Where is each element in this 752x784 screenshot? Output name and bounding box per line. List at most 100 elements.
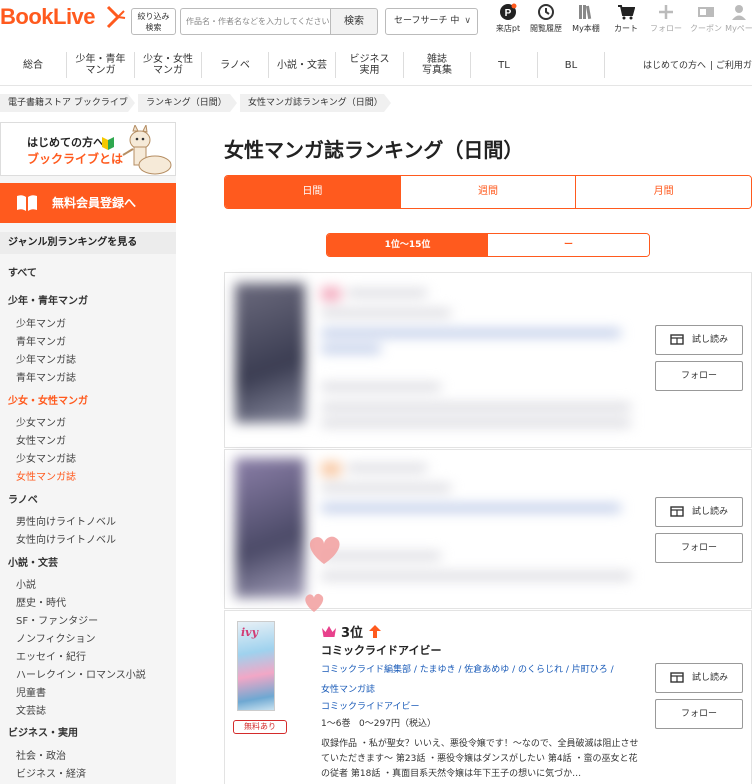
- cover-title: ivy: [241, 626, 258, 639]
- sidebar-link[interactable]: ハーレクイン・ロマンス小説: [16, 666, 146, 681]
- search-button[interactable]: 検索: [330, 8, 378, 35]
- nav-divider: [604, 52, 605, 78]
- logo-spark-icon: [106, 5, 126, 29]
- cart-icon: [618, 5, 635, 20]
- nav-item-tl[interactable]: TL: [471, 44, 537, 86]
- cart-label: カート: [614, 24, 638, 33]
- sidebar-link[interactable]: ビジネス・実用: [8, 724, 78, 739]
- nav-label: ラノベ: [220, 59, 250, 71]
- mypage-icon: [732, 5, 746, 20]
- sidebar-link-active[interactable]: 少女・女性マンガ: [8, 392, 88, 407]
- try-read-label: 試し読み: [691, 335, 728, 345]
- usage-guide-label: ご利用ガ: [715, 61, 752, 71]
- book-preview-icon: [670, 506, 684, 517]
- follow-button[interactable]: フォロー: [655, 699, 743, 729]
- item-title[interactable]: コミックライドアイビー: [321, 642, 441, 658]
- nav-item-novel[interactable]: 小説・文芸: [269, 44, 335, 86]
- mypage-button[interactable]: Myペー: [724, 3, 752, 34]
- follow-button[interactable]: フォロー: [655, 533, 743, 563]
- first-time-link[interactable]: はじめての方へ: [643, 58, 706, 71]
- blurred-text: [321, 572, 631, 580]
- sidebar-link[interactable]: ラノベ: [8, 491, 38, 506]
- sidebar-link[interactable]: SF・ファンタジー: [16, 612, 98, 627]
- visit-pt-button[interactable]: P 来店pt: [490, 3, 526, 34]
- history-button[interactable]: 閲覧履歴: [528, 3, 564, 34]
- sidebar-link[interactable]: 歴史・時代: [16, 594, 66, 609]
- try-read-button[interactable]: 試し読み: [655, 497, 743, 527]
- plus-icon: [659, 5, 673, 19]
- sidebar-link[interactable]: 少女マンガ誌: [16, 450, 76, 465]
- coupon-button[interactable]: クーポン: [688, 3, 724, 34]
- sidebar-link[interactable]: エッセイ・紀行: [16, 648, 86, 663]
- blurred-text: [321, 403, 631, 411]
- blurred-content: [231, 279, 641, 439]
- cart-button[interactable]: カート: [608, 3, 644, 34]
- try-read-label: 試し読み: [691, 673, 728, 683]
- try-read-button[interactable]: 試し読み: [655, 325, 743, 355]
- try-read-label: 試し読み: [691, 507, 728, 517]
- try-read-button[interactable]: 試し読み: [655, 663, 743, 693]
- safe-search-select[interactable]: セーフサーチ 中 ∨: [385, 8, 478, 35]
- range-1-15[interactable]: 1位〜15位: [327, 234, 488, 256]
- sidebar-link[interactable]: ビジネス・経済: [16, 765, 86, 780]
- book-cover[interactable]: ivy: [237, 621, 275, 711]
- nav-item-bl[interactable]: BL: [538, 44, 604, 86]
- sidebar-link[interactable]: 小説・文芸: [8, 554, 58, 569]
- rank-label: 3位: [321, 622, 385, 641]
- volume-price: 1〜6巻 0〜297円（税込）: [321, 716, 436, 729]
- nav-item-business[interactable]: ビジネス 実用: [336, 44, 403, 86]
- sidebar-link[interactable]: ノンフィクション: [16, 630, 96, 645]
- search-input[interactable]: 作品名・作者名などを入力してください: [180, 8, 330, 35]
- sidebar-link[interactable]: 少年・青年マンガ: [8, 292, 88, 307]
- sidebar-link[interactable]: 小説: [16, 576, 36, 591]
- ranking-item-1: 試し読み フォロー: [224, 272, 752, 448]
- genre-link[interactable]: 女性マンガ誌: [321, 682, 375, 695]
- mypage-label: Myペー: [725, 24, 752, 33]
- sidebar-link[interactable]: 児童書: [16, 684, 46, 699]
- follow-header-button[interactable]: フォロー: [648, 3, 684, 34]
- narrow-search-button[interactable]: 絞り込み 検索: [131, 8, 176, 35]
- price-range: 0〜297円（税込）: [359, 719, 436, 729]
- sidebar-link[interactable]: 少年マンガ誌: [16, 351, 76, 366]
- bookshelf-button[interactable]: My本棚: [568, 3, 604, 34]
- sidebar-link[interactable]: 少年マンガ: [16, 315, 66, 330]
- sidebar-link[interactable]: 男性向けライトノベル: [16, 513, 116, 528]
- follow-button[interactable]: フォロー: [655, 361, 743, 391]
- blurred-text: [347, 464, 427, 472]
- sidebar-link[interactable]: 少女マンガ: [16, 414, 66, 429]
- breadcrumb-separator: [384, 94, 391, 112]
- rank-text: 3位: [341, 626, 364, 641]
- tab-daily[interactable]: 日間: [225, 176, 400, 208]
- label-link[interactable]: コミックライドアイビー: [321, 699, 420, 712]
- free-badge: 無料あり: [233, 720, 287, 734]
- follow-header-label: フォロー: [650, 24, 682, 33]
- range-next[interactable]: ー: [488, 234, 649, 256]
- sidebar-link[interactable]: 青年マンガ: [16, 333, 66, 348]
- tab-monthly[interactable]: 月間: [575, 176, 751, 208]
- nav-item-lightnovel[interactable]: ラノベ: [202, 44, 268, 86]
- nav-item-girls[interactable]: 少女・女性 マンガ: [135, 44, 201, 86]
- sidebar-link[interactable]: 社会・政治: [16, 747, 66, 762]
- book-preview-icon: [670, 334, 684, 345]
- breadcrumb-home[interactable]: 電子書籍ストア ブックライブ: [0, 94, 128, 112]
- nav-item-magazine[interactable]: 雑誌 写真集: [404, 44, 470, 86]
- sidebar-link[interactable]: 女性マンガ: [16, 432, 66, 447]
- author-links[interactable]: コミックライド編集部 / たまゆき / 佐倉あめゆ / のくらじれ / 片町ひろ…: [321, 662, 636, 675]
- nav-item-all[interactable]: 総合: [0, 44, 66, 86]
- nav-label: 総合: [23, 59, 43, 71]
- first-time-banner[interactable]: はじめての方へ ブックライブとは: [0, 122, 176, 176]
- sidebar-link[interactable]: 文芸誌: [16, 702, 46, 717]
- breadcrumb-ranking[interactable]: ランキング（日間）: [138, 94, 230, 112]
- tab-weekly[interactable]: 週間: [399, 176, 576, 208]
- sidebar-link-active[interactable]: 女性マンガ誌: [16, 468, 76, 483]
- usage-guide-link[interactable]: | ご利用ガ: [710, 58, 752, 71]
- sidebar-link[interactable]: 女性向けライトノベル: [16, 531, 116, 546]
- coupon-icon: [698, 7, 714, 17]
- nav-item-boys[interactable]: 少年・青年 マンガ: [67, 44, 134, 86]
- booklive-logo[interactable]: BookLive: [0, 4, 96, 30]
- period-tabs: 日間 週間 月間: [224, 175, 752, 209]
- page-title: 女性マンガ誌ランキング（日間）: [224, 138, 524, 162]
- sidebar-link[interactable]: 青年マンガ誌: [16, 369, 76, 384]
- free-member-register-button[interactable]: 無料会員登録へ: [0, 183, 176, 223]
- sidebar-link[interactable]: すべて: [8, 264, 37, 279]
